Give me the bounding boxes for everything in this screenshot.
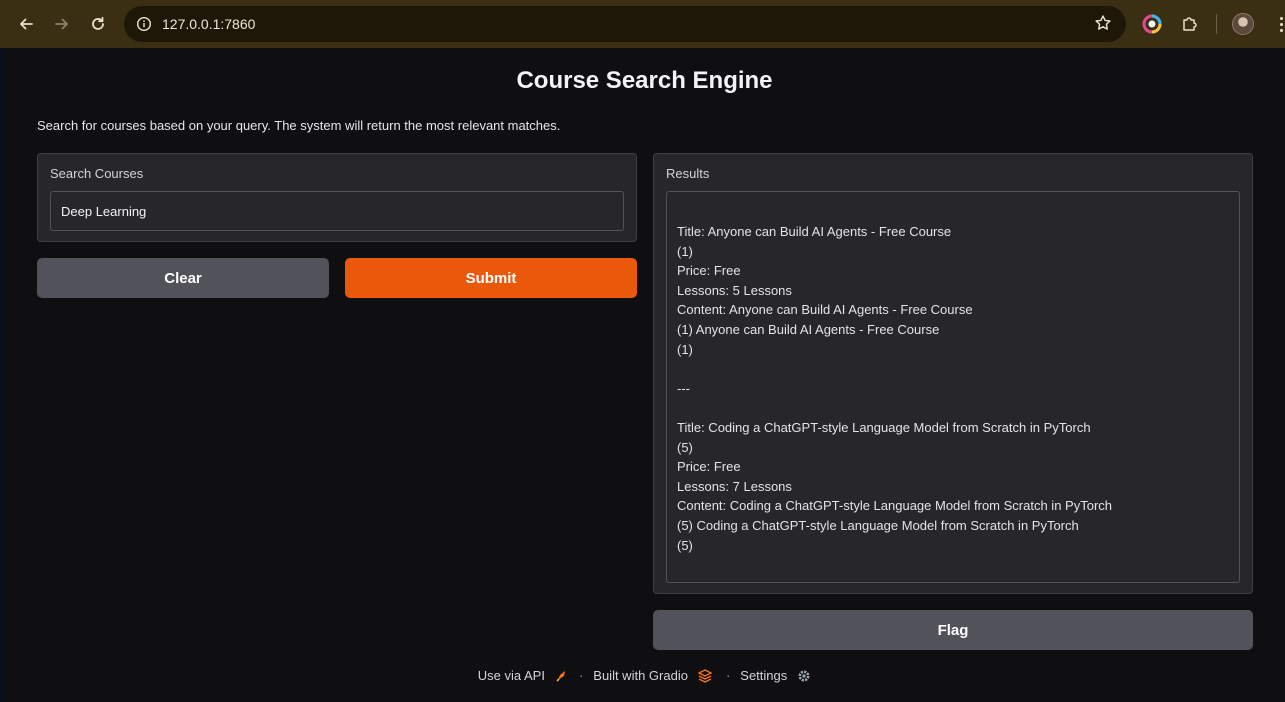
reload-icon [92, 16, 104, 30]
profile-avatar[interactable] [1229, 10, 1257, 38]
result-line: (1) [677, 243, 693, 259]
bookmark-star-icon[interactable] [1094, 14, 1112, 37]
result-line: (1) [677, 341, 693, 357]
address-bar[interactable]: 127.0.0.1:7860 [124, 6, 1126, 42]
reload-button[interactable] [80, 6, 116, 42]
settings-link[interactable]: Settings [740, 668, 787, 683]
search-input[interactable] [50, 191, 624, 231]
result-line [677, 359, 1229, 379]
page-description: Search for courses based on your query. … [37, 118, 561, 133]
results-output[interactable]: Title: Anyone can Build AI Agents - Free… [666, 191, 1240, 583]
built-with-gradio-link[interactable]: Built with Gradio [593, 668, 688, 683]
extensions-area [1138, 6, 1285, 42]
page-title: Course Search Engine [516, 67, 773, 94]
result-line: (1) Anyone can Build AI Agents - Free Co… [677, 321, 940, 337]
more-vert-icon [1271, 16, 1285, 32]
result-line: Content: Anyone can Build AI Agents - Fr… [677, 302, 973, 318]
result-line [677, 398, 1229, 418]
forward-button[interactable] [44, 6, 80, 42]
result-line: Price: Free [677, 263, 741, 279]
result-line: (5) Coding a ChatGPT-style Language Mode… [677, 517, 1079, 533]
footer-separator: · [725, 668, 731, 683]
clear-button[interactable]: Clear [37, 258, 329, 298]
gear-icon[interactable] [797, 669, 811, 683]
arrow-left-icon [20, 18, 33, 30]
flag-button[interactable]: Flag [653, 610, 1253, 650]
url-text[interactable]: 127.0.0.1:7860 [162, 16, 255, 32]
gradio-app: Course Search Engine Search for courses … [4, 48, 1285, 702]
search-panel: Search Courses [37, 153, 637, 242]
arrow-right-icon [55, 18, 68, 30]
result-line: Content: Coding a ChatGPT-style Language… [677, 498, 1112, 514]
browser-toolbar: 127.0.0.1:7860 [0, 0, 1285, 48]
puzzle-extensions-icon[interactable] [1176, 10, 1204, 38]
result-line: Lessons: 5 Lessons [677, 282, 792, 298]
browser-menu-button[interactable] [1267, 10, 1285, 38]
footer-separator: · [578, 668, 584, 683]
result-line: Price: Free [677, 459, 741, 475]
submit-button[interactable]: Submit [345, 258, 637, 298]
result-line: (5) [677, 439, 693, 455]
result-separator: --- [677, 380, 690, 396]
color-extension-icon[interactable] [1138, 10, 1166, 38]
back-button[interactable] [8, 6, 44, 42]
toolbar-divider [1216, 14, 1217, 34]
search-label: Search Courses [50, 166, 144, 181]
result-line: Lessons: 7 Lessons [677, 478, 792, 494]
gradio-logo-icon [697, 668, 712, 683]
result-line: Title: Anyone can Build AI Agents - Free… [677, 224, 952, 239]
result-line: Title: Coding a ChatGPT-style Language M… [677, 419, 1091, 435]
rocket-icon [555, 669, 569, 683]
results-label: Results [666, 166, 710, 181]
result-line: (5) [677, 537, 693, 553]
use-via-api-link[interactable]: Use via API [478, 668, 545, 683]
footer: Use via API · Built with Gradio · Settin… [4, 668, 1285, 683]
site-info-icon[interactable] [126, 16, 162, 32]
avatar [1232, 13, 1254, 35]
results-panel: Results Title: Anyone can Build AI Agent… [653, 153, 1253, 594]
